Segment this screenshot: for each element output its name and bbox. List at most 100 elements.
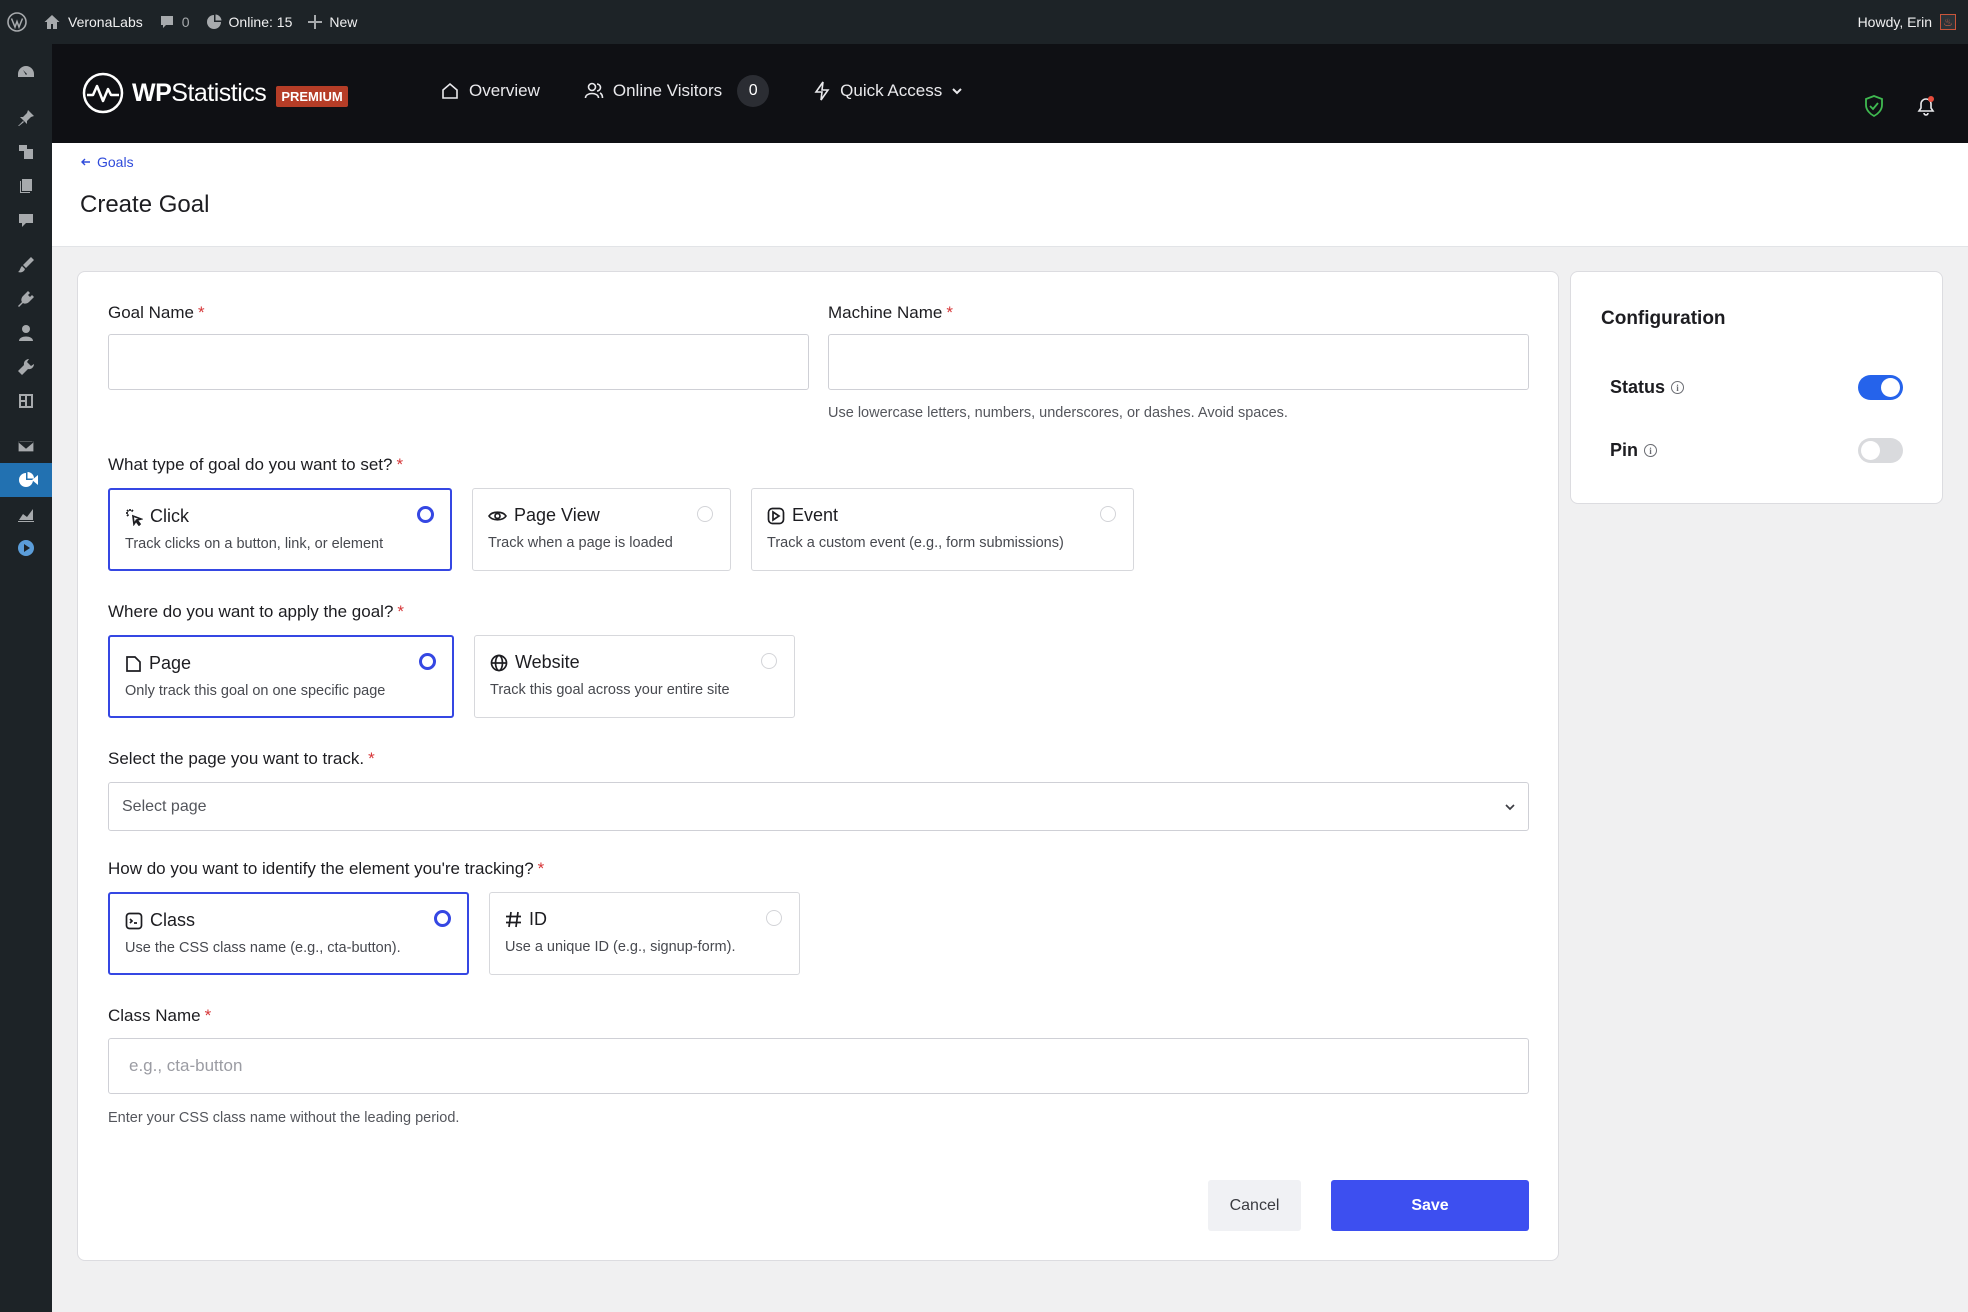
- online-link[interactable]: Online: 15: [198, 0, 301, 44]
- plugin-header: WPStatistics PREMIUM Overview Online Vis…: [52, 44, 1968, 143]
- click-cursor-icon: [126, 508, 143, 526]
- apply-page-title: Page: [125, 653, 191, 674]
- apply-website-radio[interactable]: [761, 653, 777, 669]
- play-circle-icon[interactable]: [0, 531, 52, 565]
- site-name: VeronaLabs: [68, 14, 143, 30]
- online-visitors-count-badge: 0: [737, 75, 770, 107]
- goal-type-page-view-desc: Track when a page is loaded: [488, 535, 673, 551]
- machine-name-label: Machine Name *: [828, 303, 953, 323]
- select-page-dropdown[interactable]: Select page: [108, 782, 1529, 831]
- analytics-chart-icon[interactable]: [0, 497, 52, 531]
- comments-menu-icon[interactable]: [0, 203, 52, 237]
- cancel-button[interactable]: Cancel: [1208, 1180, 1301, 1231]
- goal-type-click-desc: Track clicks on a button, link, or eleme…: [125, 536, 384, 552]
- mail-icon[interactable]: [0, 429, 52, 463]
- plus-icon: [308, 15, 323, 29]
- pie-chart-icon: [206, 14, 222, 29]
- pages-icon[interactable]: [0, 169, 52, 203]
- goal-type-event-desc: Track a custom event (e.g., form submiss…: [767, 535, 1064, 551]
- settings-icon[interactable]: [0, 384, 52, 418]
- users-outline-icon: [584, 82, 604, 99]
- users-icon[interactable]: [0, 316, 52, 350]
- identify-id-radio[interactable]: [766, 910, 782, 926]
- pin-toggle[interactable]: [1858, 438, 1903, 463]
- goal-name-label: Goal Name *: [108, 303, 205, 323]
- nav-quick-access-label: Quick Access: [840, 81, 943, 100]
- required-asterisk: *: [197, 303, 205, 322]
- identify-class-desc: Use the CSS class name (e.g., cta-button…: [125, 940, 401, 956]
- brand-name: WPStatistics: [132, 79, 267, 108]
- identify-id-option[interactable]: ID Use a unique ID (e.g., signup-form).: [489, 892, 800, 975]
- howdy-greeting: Howdy, Erin: [1857, 14, 1932, 30]
- identify-question: How do you want to identify the element …: [108, 859, 544, 879]
- wp-statistics-menu-icon[interactable]: [0, 463, 52, 497]
- online-count: Online: 15: [228, 14, 293, 30]
- apply-website-label: Website: [515, 652, 580, 672]
- home-icon: [44, 15, 60, 29]
- goal-type-event-label: Event: [792, 505, 839, 525]
- dashboard-icon[interactable]: [0, 56, 52, 90]
- status-toggle[interactable]: [1858, 375, 1903, 400]
- apply-website-option[interactable]: Website Track this goal across your enti…: [474, 635, 795, 718]
- page-icon: [126, 655, 141, 672]
- tools-wrench-icon[interactable]: [0, 350, 52, 384]
- configuration-title: Configuration: [1601, 308, 1726, 329]
- wordpress-logo-icon[interactable]: [0, 0, 35, 44]
- header-right-actions: [1864, 94, 1938, 118]
- page-title: Create Goal: [80, 191, 210, 218]
- goal-type-page-view-radio[interactable]: [697, 506, 713, 522]
- select-page-question-text: Select the page you want to track.: [108, 749, 365, 768]
- code-class-icon: [125, 912, 143, 929]
- goal-type-event-radio[interactable]: [1100, 506, 1116, 522]
- info-icon[interactable]: i: [1671, 381, 1685, 394]
- goal-type-click-option[interactable]: Click Track clicks on a button, link, or…: [108, 488, 452, 571]
- machine-name-label-text: Machine Name: [828, 303, 943, 322]
- appearance-brush-icon[interactable]: [0, 248, 52, 282]
- identify-class-option[interactable]: Class Use the CSS class name (e.g., cta-…: [108, 892, 469, 975]
- new-content-link[interactable]: New: [300, 0, 365, 44]
- comments-link[interactable]: 0: [151, 0, 198, 44]
- class-name-input[interactable]: [108, 1038, 1529, 1094]
- required-asterisk: *: [396, 455, 404, 474]
- apply-page-radio[interactable]: [419, 653, 436, 670]
- goal-type-page-view-title: Page View: [488, 505, 600, 526]
- arrow-left-icon: [81, 158, 90, 166]
- pin-row: Pin i: [1610, 438, 1903, 463]
- goal-type-page-view-option[interactable]: Page View Track when a page is loaded: [472, 488, 731, 571]
- nav-overview[interactable]: Overview: [440, 81, 540, 101]
- shield-check-icon[interactable]: [1864, 95, 1884, 117]
- apply-page-option[interactable]: Page Only track this goal on one specifi…: [108, 635, 454, 718]
- goal-type-question: What type of goal do you want to set? *: [108, 455, 403, 475]
- apply-page-label: Page: [149, 653, 192, 673]
- goal-type-click-radio[interactable]: [417, 506, 434, 523]
- posts-pin-icon[interactable]: [0, 101, 52, 135]
- notification-bell-icon[interactable]: [1914, 94, 1938, 118]
- save-button[interactable]: Save: [1331, 1180, 1529, 1231]
- breadcrumb[interactable]: Goals: [80, 154, 134, 170]
- nav-online-visitors-label: Online Visitors: [612, 81, 723, 100]
- my-account[interactable]: Howdy, Erin ♨: [1858, 0, 1962, 44]
- apply-question-text: Where do you want to apply the goal?: [108, 602, 394, 621]
- event-icon: [767, 507, 785, 524]
- pin-label-text: Pin: [1610, 440, 1639, 460]
- status-row: Status i: [1610, 375, 1903, 400]
- machine-name-input[interactable]: [828, 334, 1529, 390]
- plugins-icon[interactable]: [0, 282, 52, 316]
- nav-online-visitors[interactable]: Online Visitors 0: [584, 75, 770, 107]
- goal-type-event-title: Event: [767, 505, 838, 526]
- goal-type-event-option[interactable]: Event Track a custom event (e.g., form s…: [751, 488, 1134, 571]
- wp-statistics-logo[interactable]: WPStatistics PREMIUM: [82, 72, 348, 114]
- top-navigation: Overview Online Visitors 0 Quick Access: [440, 75, 963, 107]
- identify-class-radio[interactable]: [434, 910, 451, 927]
- nav-quick-access[interactable]: Quick Access: [813, 81, 963, 101]
- media-icon[interactable]: [0, 135, 52, 169]
- info-icon[interactable]: i: [1644, 444, 1658, 457]
- goal-type-page-view-label: Page View: [514, 505, 600, 525]
- toggle-knob: [1861, 441, 1880, 460]
- breadcrumb-goals-link[interactable]: Goals: [97, 154, 134, 170]
- goal-name-input[interactable]: [108, 334, 809, 390]
- globe-icon: [490, 654, 508, 671]
- site-name-link[interactable]: VeronaLabs: [35, 0, 151, 44]
- brand-logo-icon: [82, 72, 124, 114]
- required-asterisk: *: [204, 1006, 212, 1025]
